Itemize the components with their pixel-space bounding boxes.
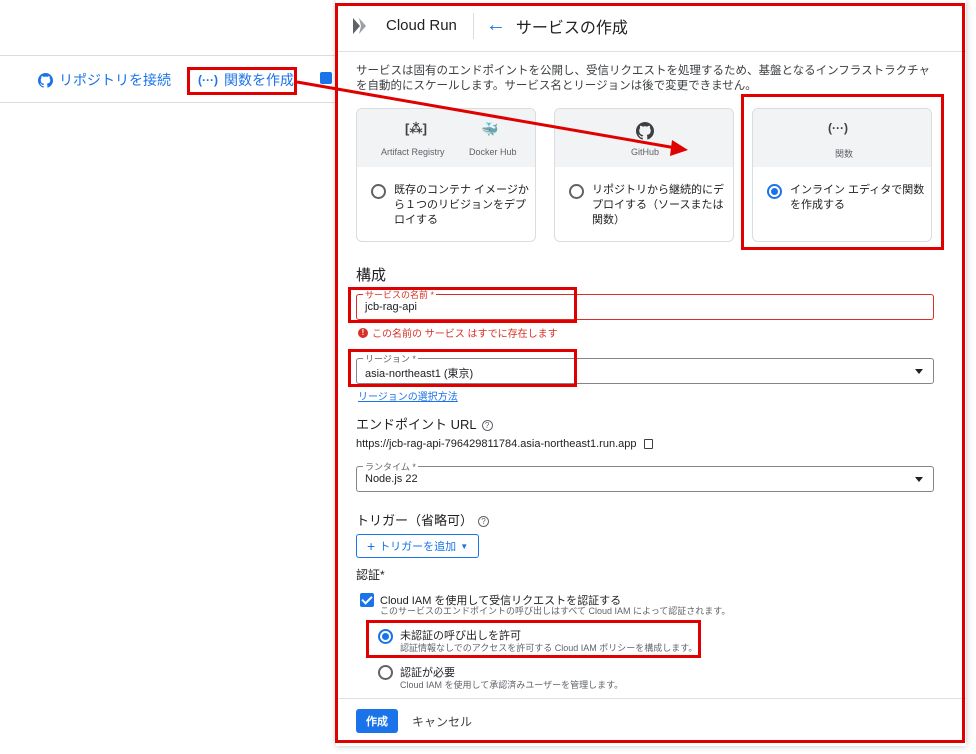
annotation-arrow: [296, 80, 688, 156]
